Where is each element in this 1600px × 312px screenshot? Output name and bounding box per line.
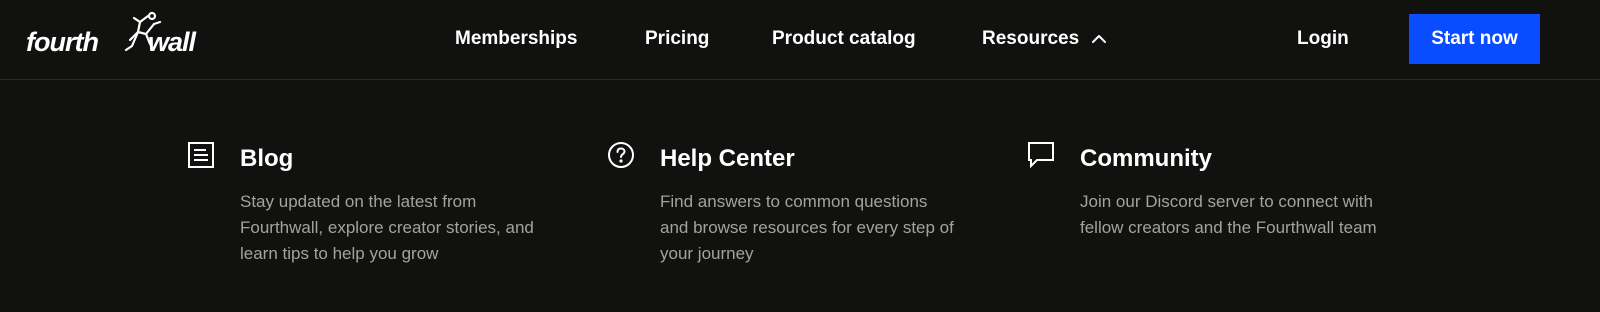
resources-dropdown: Blog Stay updated on the latest from Fou… — [0, 81, 1600, 312]
resource-description: Find answers to common questions and bro… — [660, 192, 954, 263]
resource-title: Blog — [240, 145, 294, 172]
resource-title: Help Center — [660, 145, 795, 172]
resource-description: Join our Discord server to connect with … — [1080, 192, 1377, 237]
nav-resources-label: Resources — [982, 28, 1080, 49]
logo-text-fourth: fourth — [26, 27, 99, 57]
fourthwall-logo[interactable]: fourth wall — [26, 10, 206, 62]
chat-bubble-icon — [1028, 142, 1054, 169]
question-circle-icon — [608, 142, 634, 168]
resource-title: Community — [1080, 145, 1212, 172]
chevron-up-icon — [1092, 35, 1107, 43]
nav-pricing[interactable]: Pricing — [645, 27, 709, 51]
article-icon — [188, 142, 214, 168]
nav-memberships[interactable]: Memberships — [455, 27, 577, 51]
logo-text-wall: wall — [148, 27, 196, 57]
nav-product-catalog[interactable]: Product catalog — [772, 27, 916, 51]
page: fourth wall Memberships Pricing Product … — [0, 0, 1600, 312]
nav-resources[interactable]: Resources — [982, 27, 1107, 51]
start-now-button[interactable]: Start now — [1409, 14, 1540, 64]
resource-description: Stay updated on the latest from Fourthwa… — [240, 192, 534, 263]
site-header: fourth wall Memberships Pricing Product … — [0, 0, 1600, 80]
login-link[interactable]: Login — [1297, 27, 1349, 51]
